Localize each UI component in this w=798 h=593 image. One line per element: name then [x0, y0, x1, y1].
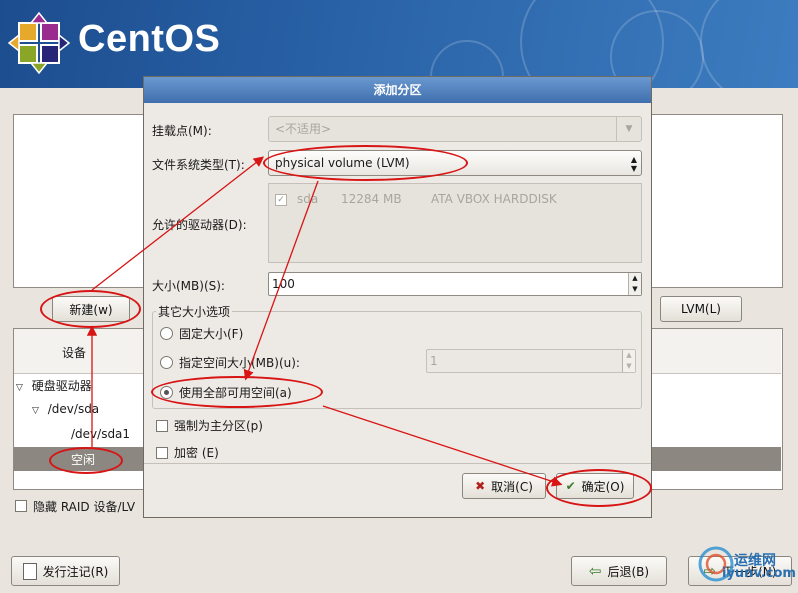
expander-down-icon[interactable]: ▽ — [32, 406, 39, 416]
tree-label: /dev/sda — [47, 402, 100, 416]
tree-row-sda1[interactable]: /dev/sda1 — [71, 427, 130, 441]
back-arrow-icon: ⇦ — [588, 562, 602, 580]
upto-size-value: 1 — [430, 354, 438, 368]
ok-button[interactable]: ✔ 确定(O) — [556, 473, 634, 499]
drive-size: 12284 MB — [341, 192, 402, 206]
force-primary-label: 强制为主分区(p) — [174, 419, 263, 433]
dialog-divider — [144, 463, 651, 464]
table-header[interactable]: 设备 — [14, 329, 139, 374]
hide-raid-checkbox[interactable] — [15, 500, 27, 512]
radio-fixed-size[interactable] — [160, 327, 173, 340]
centos-logo-icon — [8, 12, 70, 74]
spin-arrows-icon[interactable]: ▲ ▼ — [622, 350, 635, 372]
tree-label: 硬盘驱动器 — [31, 379, 92, 393]
encrypt-checkbox[interactable] — [156, 447, 168, 459]
chevron-down-icon: ▼ — [616, 117, 641, 141]
drives-label: 允许的驱动器(D): — [152, 218, 247, 232]
size-value: 100 — [272, 277, 295, 291]
release-notes-label: 发行注记(R) — [42, 564, 109, 579]
tree-row-harddrives[interactable]: ▽ 硬盘驱动器 — [16, 377, 92, 394]
other-size-group-label: 其它大小选项 — [156, 303, 233, 320]
mount-point-label: 挂载点(M): — [152, 124, 212, 138]
encrypt-label: 加密 (E) — [174, 446, 219, 460]
dialog-title: 添加分区 — [144, 77, 651, 103]
header-banner: CentOS — [0, 0, 798, 88]
radio-fixed-size-label: 固定大小(F) — [179, 327, 244, 341]
add-partition-dialog: 添加分区 挂载点(M): <不适用> ▼ 文件系统类型(T): physical… — [143, 76, 652, 518]
tree-label: 空闲 — [71, 453, 96, 467]
size-spinbox[interactable]: 100 ▲ ▼ — [268, 272, 642, 296]
watermark: 运维网 iyunv.com — [696, 540, 796, 590]
lvm-button-label: LVM(L) — [681, 302, 721, 316]
mount-point-value: <不适用> — [275, 122, 332, 136]
tree-row-sda[interactable]: ▽ /dev/sda — [32, 402, 99, 416]
drive-row[interactable]: ✓ sda 12284 MB ATA VBOX HARDDISK — [275, 192, 633, 208]
new-partition-button[interactable]: 新建(w) — [52, 296, 130, 322]
radio-upto-size[interactable] — [160, 356, 173, 369]
logo-text: CentOS — [78, 18, 221, 60]
cancel-button-label: 取消(C) — [491, 479, 533, 494]
radio-upto-size-label: 指定空间大小(MB)(u): — [179, 356, 300, 370]
upto-size-spinbox[interactable]: 1 ▲ ▼ — [426, 349, 636, 373]
back-button-label: 后退(B) — [607, 564, 650, 579]
drives-list: ✓ sda 12284 MB ATA VBOX HARDDISK — [268, 183, 642, 263]
expander-down-icon[interactable]: ▽ — [16, 383, 23, 393]
radio-fill-all-label: 使用全部可用空间(a) — [179, 386, 292, 400]
drive-name: sda — [297, 192, 319, 206]
hide-raid-label: 隐藏 RAID 设备/LV — [33, 500, 136, 514]
spin-arrows-icon[interactable]: ▲ ▼ — [628, 273, 641, 295]
ok-button-label: 确定(O) — [581, 479, 625, 494]
new-partition-button-label: 新建(w) — [69, 302, 113, 317]
tree-label: /dev/sda1 — [71, 427, 131, 441]
fstype-value: physical volume (LVM) — [275, 156, 410, 170]
updown-icon: ▲ ▼ — [630, 155, 637, 173]
fstype-combo[interactable]: physical volume (LVM) ▲ ▼ — [268, 150, 642, 176]
lvm-button[interactable]: LVM(L) — [660, 296, 742, 322]
drive-model: ATA VBOX HARDDISK — [431, 192, 557, 206]
fstype-label: 文件系统类型(T): — [152, 158, 245, 172]
back-button[interactable]: ⇦ 后退(B) — [571, 556, 667, 586]
release-notes-button[interactable]: 发行注记(R) — [11, 556, 120, 586]
mount-point-combo[interactable]: <不适用> ▼ — [268, 116, 642, 142]
drive-checkbox[interactable]: ✓ — [275, 194, 287, 206]
radio-fill-all[interactable] — [160, 386, 173, 399]
cancel-button[interactable]: ✖ 取消(C) — [462, 473, 546, 499]
watermark-en: iyunv.com — [722, 566, 796, 581]
close-icon: ✖ — [475, 479, 486, 493]
table-header-device: 设备 — [62, 346, 87, 360]
force-primary-checkbox[interactable] — [156, 420, 168, 432]
document-icon — [22, 562, 37, 580]
size-label: 大小(MB)(S): — [152, 279, 225, 293]
check-icon: ✔ — [565, 479, 576, 493]
